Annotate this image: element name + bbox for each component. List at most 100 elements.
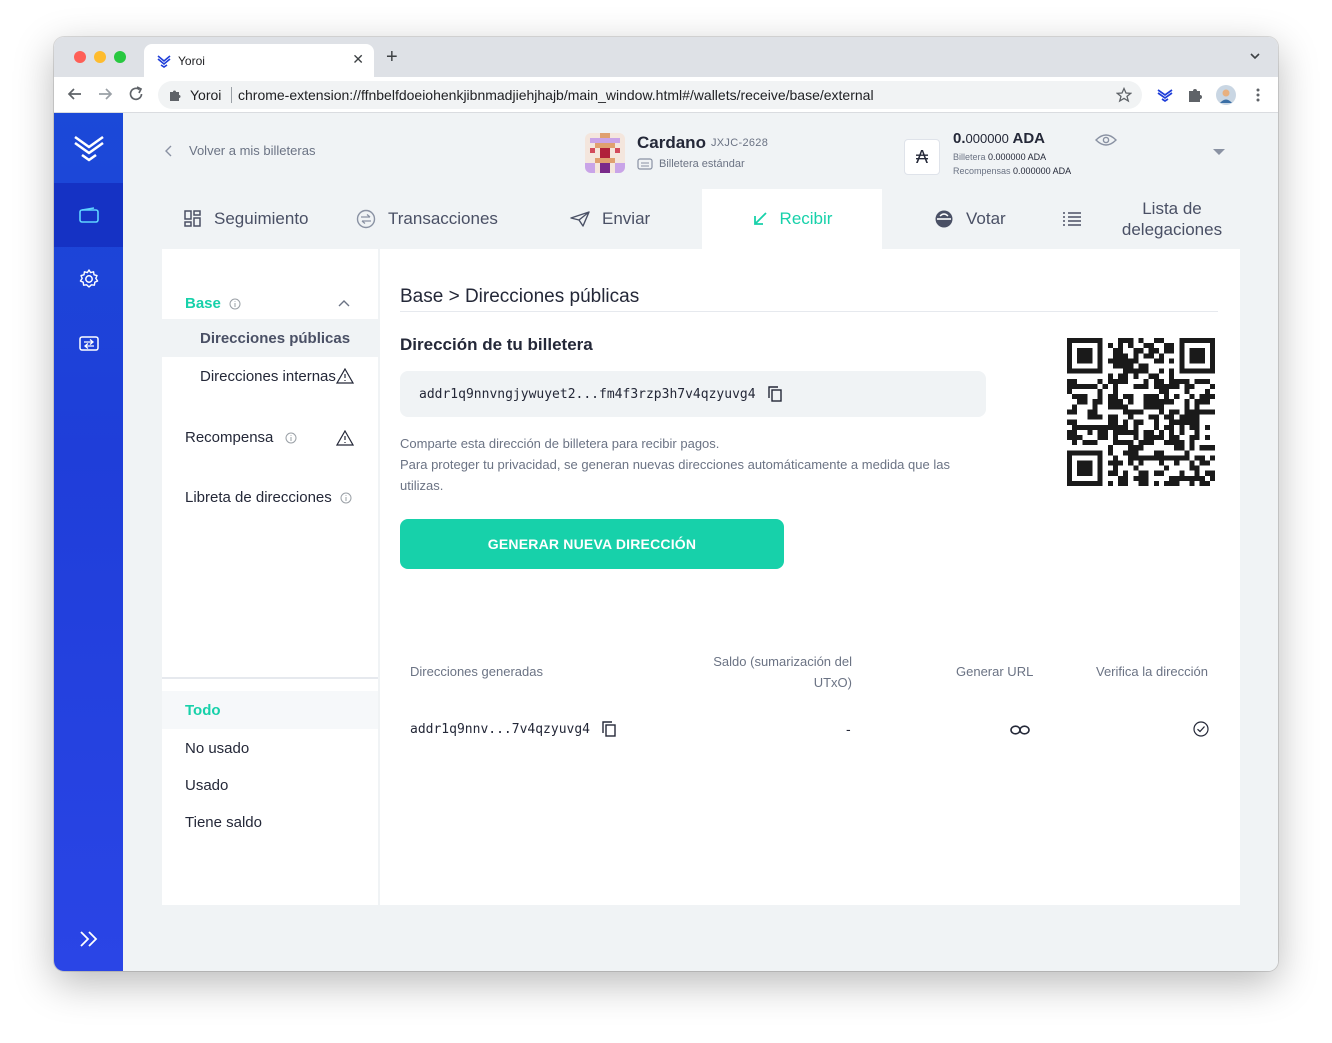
sidebar-expand-button[interactable]: [54, 919, 123, 959]
omnibox-url[interactable]: chrome-extension://ffnbelfdoeiohenkjibnm…: [238, 87, 874, 103]
public-addresses-label: Direcciones públicas: [200, 329, 351, 347]
wallet-balance-line: Billetera 0.000000 ADA: [953, 152, 1046, 162]
browser-toolbar: Yoroi chrome-extension://ffnbelfdoeiohen…: [54, 77, 1278, 113]
forward-arrow-icon[interactable]: [96, 85, 114, 103]
generated-address[interactable]: addr1q9nnv...7v4qzyuvg4: [410, 722, 590, 737]
tab-dashboard[interactable]: Seguimiento: [184, 189, 309, 249]
tab-vote-label: Votar: [966, 209, 1006, 228]
filter-unused[interactable]: No usado: [162, 729, 378, 767]
wallet-address-heading: Dirección de tu billetera: [400, 335, 593, 354]
tab-transactions[interactable]: Transacciones: [356, 189, 498, 249]
bookmark-star-icon[interactable]: [1116, 87, 1132, 103]
column-header-verify: Verifica la dirección: [1096, 664, 1208, 679]
nav-address-book[interactable]: Libreta de direcciones: [185, 489, 352, 506]
info-icon[interactable]: [340, 492, 352, 504]
page-title: Base > Direcciones públicas: [400, 286, 640, 307]
tab-send[interactable]: Enviar: [570, 189, 650, 249]
info-icon[interactable]: [285, 432, 297, 444]
filter-used-label: Usado: [185, 776, 229, 794]
copy-icon[interactable]: [602, 721, 616, 737]
address-qr-code: [1067, 338, 1215, 486]
sidebar: [54, 113, 123, 971]
total-balance: 0.000000 ADA: [953, 130, 1045, 147]
close-window-button[interactable]: [74, 51, 86, 63]
tab-receive[interactable]: Recibir: [702, 189, 882, 249]
wallet-header: Volver a mis billeteras Cardano JXJC-262…: [123, 113, 1278, 189]
list-icon: [1063, 212, 1081, 226]
address-balance: -: [846, 721, 851, 737]
internal-addresses-label: Direcciones internas: [200, 367, 336, 385]
wallet-balance-label: Billetera: [953, 152, 986, 162]
browser-tab-yoroi[interactable]: Yoroi ✕: [144, 44, 374, 77]
wallet-icon: [78, 207, 99, 223]
sidebar-item-wallets[interactable]: [54, 183, 123, 247]
chevron-up-icon[interactable]: [338, 299, 350, 307]
link-icon[interactable]: [1010, 725, 1030, 735]
info-icon[interactable]: [229, 298, 241, 310]
sidebar-item-transfer[interactable]: [54, 311, 123, 375]
transactions-icon: [356, 209, 376, 229]
ada-symbol-icon: ₳: [904, 139, 940, 175]
yoroi-logo[interactable]: [54, 113, 123, 183]
sidebar-item-settings[interactable]: [54, 247, 123, 311]
omnibox-site-name: Yoroi: [190, 87, 222, 103]
wallet-type-label: Billetera estándar: [659, 158, 745, 170]
new-tab-button[interactable]: +: [386, 47, 398, 67]
address-bar[interactable]: Yoroi chrome-extension://ffnbelfdoeiohen…: [158, 81, 1142, 109]
filter-all-label: Todo: [185, 701, 221, 719]
yoroi-extension-icon[interactable]: [1156, 86, 1174, 104]
filter-used[interactable]: Usado: [162, 766, 378, 804]
tab-receive-label: Recibir: [779, 209, 833, 228]
nav-reward[interactable]: Recompensa: [185, 429, 297, 446]
base-section-toggle[interactable]: Base: [185, 295, 241, 312]
warning-icon[interactable]: [336, 430, 354, 446]
yoroi-logo-icon: [73, 135, 104, 162]
yoroi-favicon-icon: [157, 55, 171, 68]
reward-label: Recompensa: [185, 429, 274, 446]
back-arrow-icon[interactable]: [66, 85, 84, 103]
copy-icon[interactable]: [767, 386, 782, 402]
tab-send-label: Enviar: [602, 209, 651, 228]
tab-title: Yoroi: [178, 54, 205, 68]
profile-avatar-icon[interactable]: [1216, 85, 1236, 105]
tab-vote[interactable]: Votar: [934, 189, 1006, 249]
wallet-avatar: [585, 133, 625, 173]
browser-menu-icon[interactable]: [1249, 86, 1267, 104]
filter-all[interactable]: Todo: [162, 691, 378, 729]
reload-icon[interactable]: [127, 85, 145, 103]
vote-icon: [935, 210, 953, 228]
wallet-address[interactable]: addr1q9nnvngjywuyet2...fm4f3rzp3h7v4qzyu…: [419, 387, 756, 402]
minimize-window-button[interactable]: [94, 51, 106, 63]
wallet-type: Billetera estándar: [637, 158, 745, 170]
filter-unused-label: No usado: [185, 739, 250, 757]
column-header-url: Generar URL: [956, 664, 1034, 679]
address-filter-panel: Todo No usado Usado Tiene saldo: [162, 679, 378, 905]
column-header-address: Direcciones generadas: [410, 664, 543, 679]
eye-icon[interactable]: [1095, 133, 1117, 147]
address-description: Comparte esta dirección de billetera par…: [400, 433, 990, 496]
table-row: addr1q9nnv...7v4qzyuvg4: [410, 721, 616, 737]
maximize-window-button[interactable]: [114, 51, 126, 63]
filter-has-balance[interactable]: Tiene saldo: [162, 803, 378, 841]
back-to-wallets-link[interactable]: Volver a mis billeteras: [165, 143, 315, 158]
balance-int: 0.: [953, 130, 966, 147]
tab-delegation-list[interactable]: Lista de delegaciones: [1062, 189, 1232, 249]
generate-address-button[interactable]: GENERAR NUEVA DIRECCIÓN: [400, 519, 784, 569]
omnibox-separator: [231, 87, 232, 103]
wallet-name: Cardano: [637, 133, 706, 152]
verify-check-icon[interactable]: [1193, 721, 1209, 737]
address-description-line-1: Comparte esta dirección de billetera par…: [400, 436, 720, 451]
header-dropdown-caret-icon[interactable]: [1213, 149, 1225, 155]
send-icon: [570, 211, 590, 227]
tab-delegation-list-label: Lista de delegaciones: [1121, 199, 1223, 239]
wallet-type-icon: [637, 158, 653, 170]
tab-close-icon[interactable]: ✕: [352, 51, 364, 68]
yoroi-app: Volver a mis billeteras Cardano JXJC-262…: [54, 113, 1278, 971]
warning-icon[interactable]: [336, 368, 354, 384]
chevron-left-icon: [165, 145, 172, 156]
extension-puzzle-icon: [170, 90, 181, 101]
base-label: Base: [185, 295, 221, 312]
extensions-puzzle-icon[interactable]: [1186, 86, 1204, 104]
nav-public-addresses[interactable]: Direcciones públicas: [162, 319, 378, 357]
tab-search-chevron-icon[interactable]: [1248, 49, 1262, 63]
